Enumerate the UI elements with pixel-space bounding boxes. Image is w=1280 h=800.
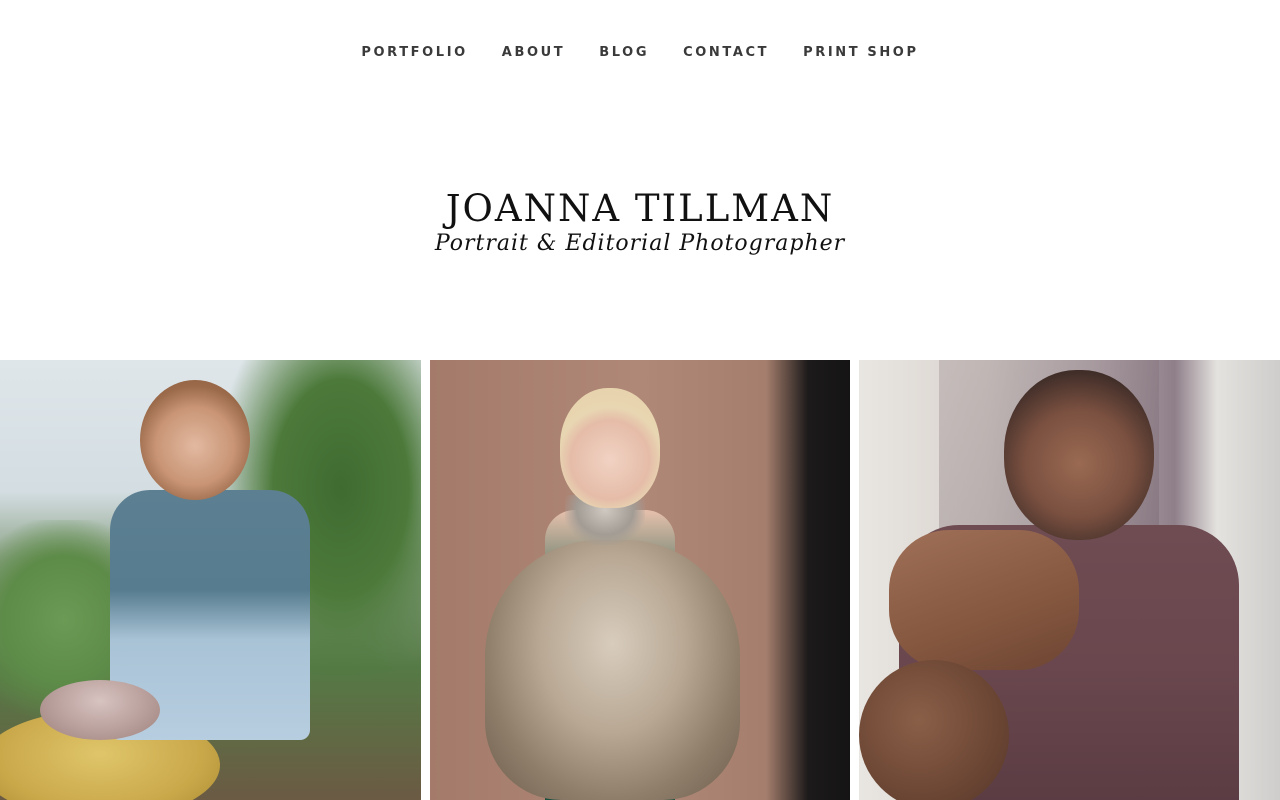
photo-fur-stole [484,540,740,800]
photo-gallery [0,360,1280,800]
nav-item-portfolio: PORTFOLIO [361,41,467,60]
nav-item-contact: CONTACT [683,41,769,60]
nav-item-print-shop: PRINT SHOP [803,41,918,60]
nav-link-contact[interactable]: CONTACT [683,45,769,60]
photo-subject-knee [859,660,1010,800]
nav-link-print-shop[interactable]: PRINT SHOP [803,45,918,60]
nav-link-blog[interactable]: BLOG [599,45,649,60]
nav-link-about[interactable]: ABOUT [502,45,565,60]
nav-link-portfolio[interactable]: PORTFOLIO [361,45,467,60]
site-logo[interactable]: JOANNA TILLMAN Portrait & Editorial Phot… [0,190,1280,256]
gallery-photo-pottery[interactable] [0,360,421,800]
main-nav: PORTFOLIO ABOUT BLOG CONTACT PRINT SHOP [0,0,1280,100]
photo-subject-head [140,380,250,500]
photo-subject-head [1004,370,1155,540]
photo-subject-head [559,388,660,508]
logo-subtitle: Portrait & Editorial Photographer [434,231,846,256]
logo-title: JOANNA TILLMAN [445,187,835,230]
nav-item-blog: BLOG [599,41,649,60]
nav-list: PORTFOLIO ABOUT BLOG CONTACT PRINT SHOP [361,41,918,60]
photo-subject-arm [889,530,1080,670]
gallery-photo-fur-portrait[interactable] [429,360,851,800]
photo-clay-bowl [40,680,160,740]
gallery-photo-man-glasses[interactable] [859,360,1280,800]
nav-item-about: ABOUT [502,41,565,60]
